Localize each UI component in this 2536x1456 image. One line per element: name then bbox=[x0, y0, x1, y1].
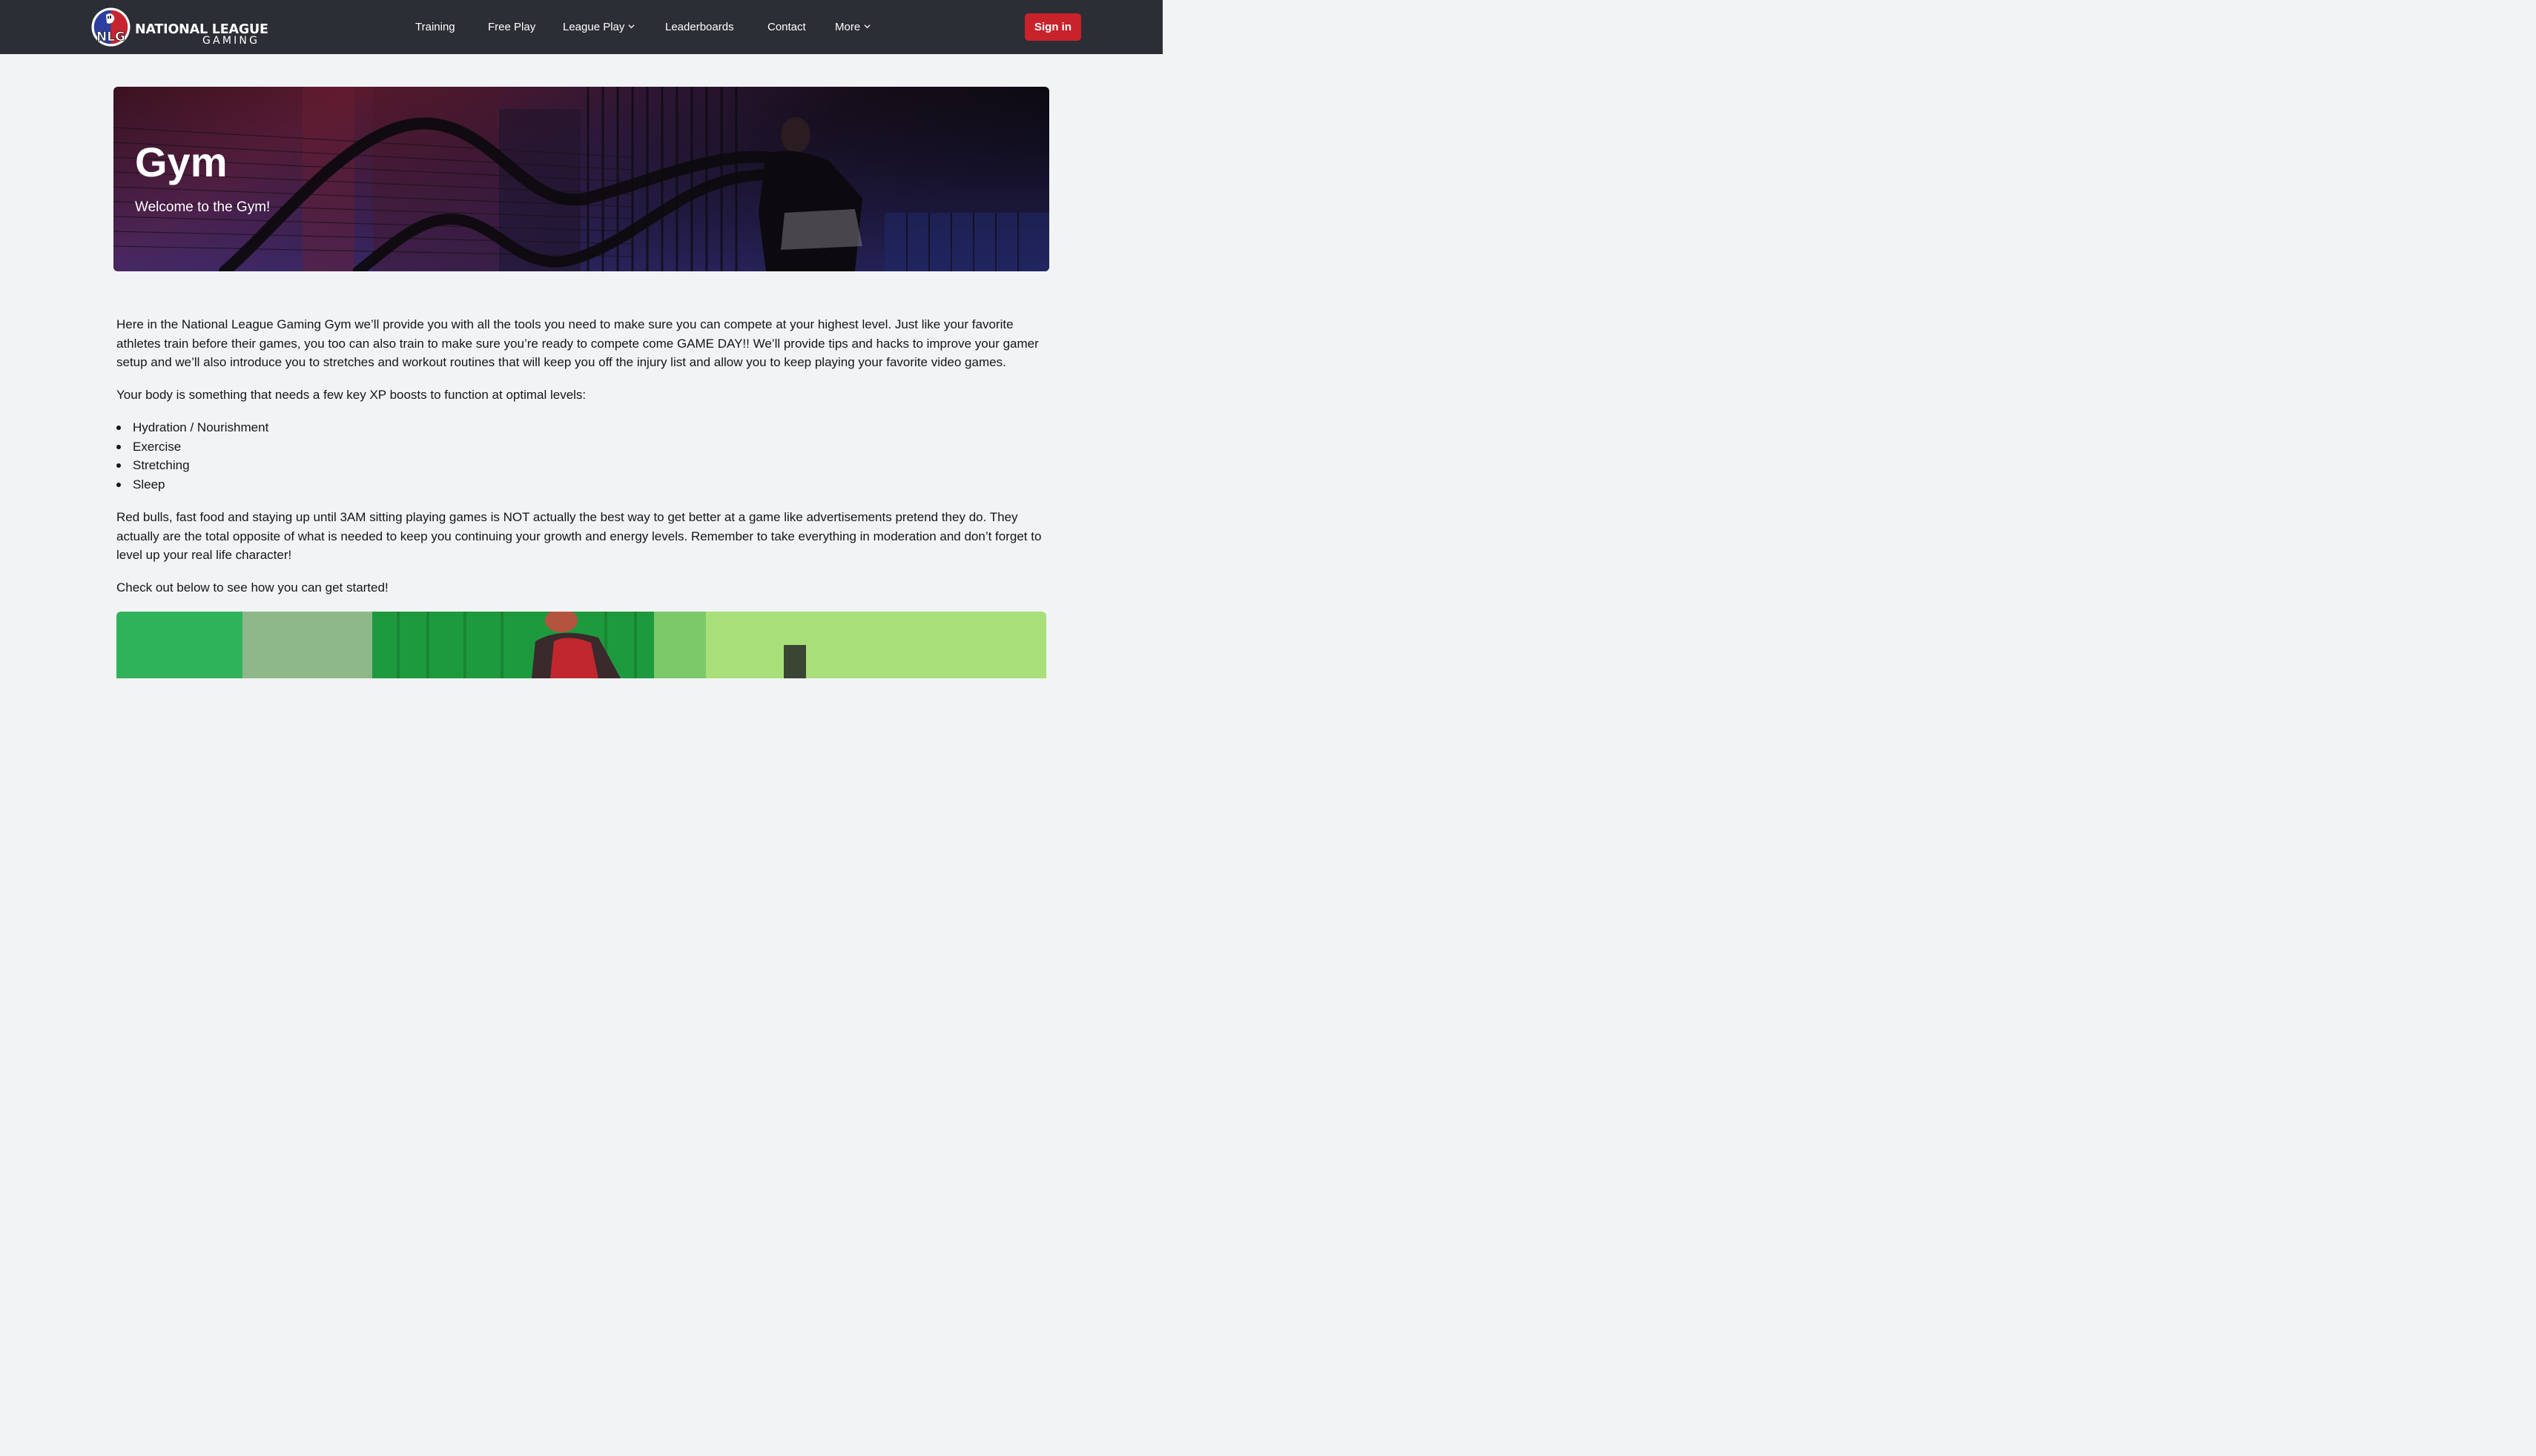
nav-free-play-label: Free Play bbox=[488, 21, 536, 33]
nav-more-label: More bbox=[835, 21, 861, 33]
nav-training[interactable]: Training bbox=[415, 21, 455, 34]
video-thumbnail-image bbox=[116, 612, 1046, 678]
nav-free-play[interactable]: Free Play bbox=[488, 21, 535, 34]
nav-more-dropdown[interactable]: More bbox=[835, 21, 871, 34]
warning-paragraph: Red bulls, fast food and staying up unti… bbox=[116, 510, 1042, 563]
list-item: Exercise bbox=[116, 437, 268, 457]
logo-badge-text: NLG bbox=[96, 30, 125, 44]
cta-paragraph: Check out below to see how you can get s… bbox=[116, 580, 389, 595]
list-item: Hydration / Nourishment bbox=[116, 418, 268, 437]
top-navigation-bar: NLG NATIONAL LEAGUE GAMING Training Free… bbox=[0, 0, 1163, 54]
list-item: Sleep bbox=[116, 475, 268, 494]
nav-contact[interactable]: Contact bbox=[767, 21, 806, 34]
list-item-text: Sleep bbox=[133, 477, 165, 492]
chevron-down-icon bbox=[864, 24, 871, 29]
sign-in-button[interactable]: Sign in bbox=[1025, 13, 1081, 41]
list-item-text: Exercise bbox=[133, 439, 182, 454]
nav-league-play-dropdown[interactable]: League Play bbox=[563, 21, 635, 34]
training-video-preview[interactable] bbox=[116, 612, 1046, 678]
bullet-icon bbox=[116, 444, 121, 449]
nav-league-play-label: League Play bbox=[563, 21, 625, 33]
intro-paragraph: Here in the National League Gaming Gym w… bbox=[116, 317, 1039, 370]
hero-banner: Gym Welcome to the Gym! bbox=[113, 87, 1049, 271]
xp-lead-paragraph: Your body is something that needs a few … bbox=[116, 388, 587, 402]
bullet-icon bbox=[116, 426, 121, 430]
nav-training-label: Training bbox=[415, 21, 455, 33]
nlg-logo-link[interactable]: NLG NATIONAL LEAGUE GAMING bbox=[91, 7, 269, 47]
gym-hero-image bbox=[113, 87, 1049, 271]
nav-contact-label: Contact bbox=[767, 21, 806, 33]
list-item-text: Stretching bbox=[133, 458, 190, 473]
bullet-icon bbox=[116, 463, 121, 469]
logo-subtitle: GAMING bbox=[202, 35, 260, 47]
xp-boost-list: Hydration / Nourishment Exercise Stretch… bbox=[116, 418, 268, 494]
bullet-icon bbox=[116, 483, 121, 488]
chevron-down-icon bbox=[628, 24, 635, 29]
page-subtitle: Welcome to the Gym! bbox=[135, 199, 271, 215]
nav-leaderboards-label: Leaderboards bbox=[665, 21, 734, 33]
page-title: Gym bbox=[135, 139, 228, 185]
list-item-text: Hydration / Nourishment bbox=[133, 420, 269, 434]
nav-leaderboards[interactable]: Leaderboards bbox=[665, 21, 734, 34]
nlg-badge-icon: NLG bbox=[91, 7, 131, 47]
list-item: Stretching bbox=[116, 456, 268, 475]
